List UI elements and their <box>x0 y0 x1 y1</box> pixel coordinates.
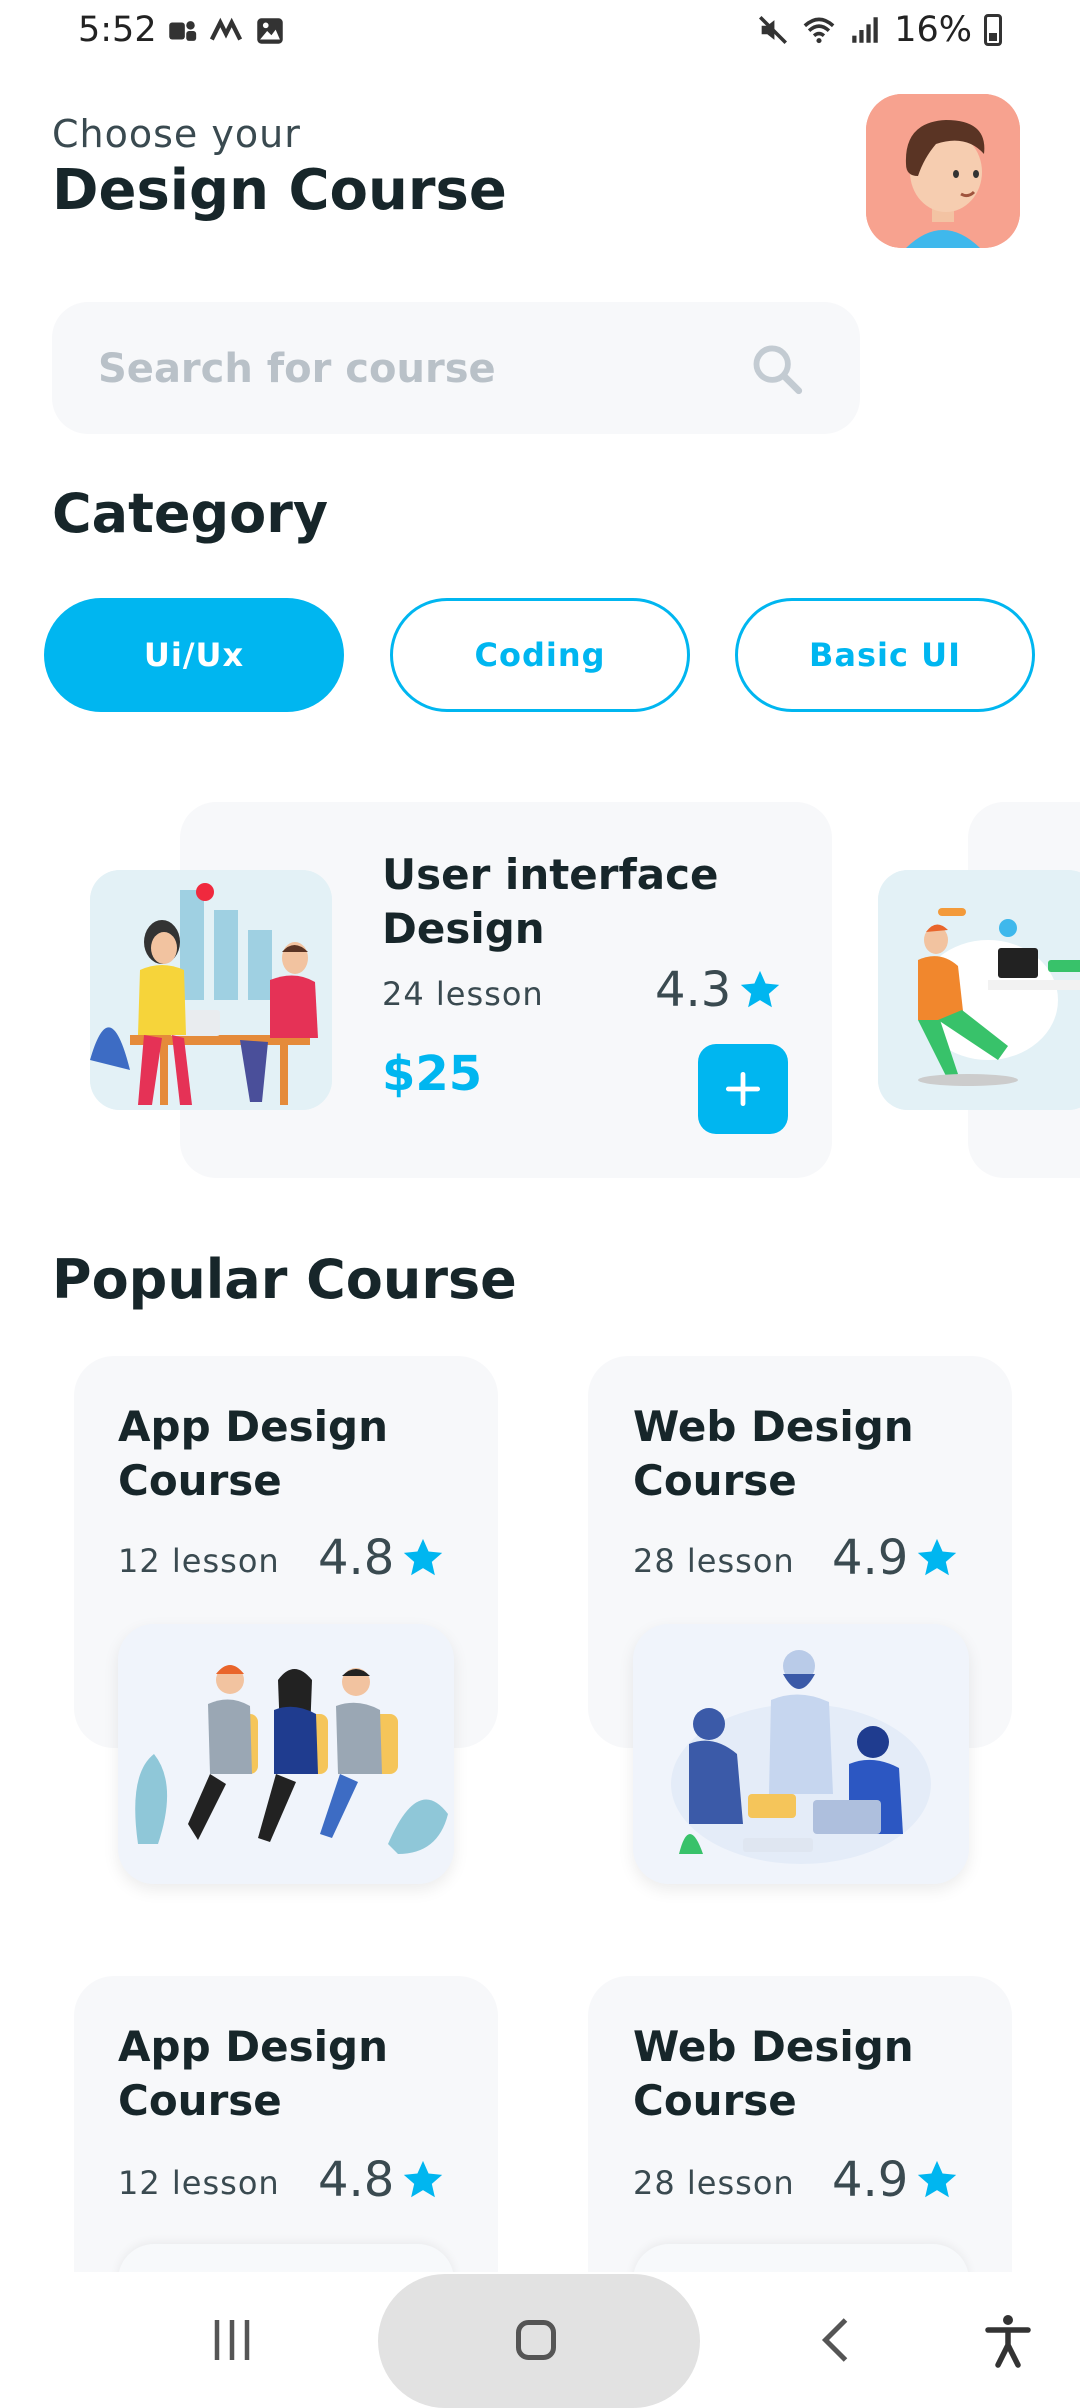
accessibility-icon[interactable] <box>978 2310 1038 2370</box>
popular-course-rating: 4.9 <box>832 1530 960 1586</box>
popular-course-name: App Design Course <box>118 1402 388 1505</box>
m-icon <box>209 17 243 41</box>
featured-course-price: $25 <box>382 1046 483 1102</box>
page-title: Design Course <box>52 158 507 223</box>
popular-course-rating: 4.8 <box>318 2152 446 2208</box>
featured-course-rating: 4.3 <box>655 962 783 1018</box>
image-icon <box>257 18 283 44</box>
recent-apps-icon[interactable] <box>202 2310 262 2370</box>
mute-icon <box>759 15 788 45</box>
back-icon[interactable] <box>808 2310 868 2370</box>
featured-course-image-next <box>878 870 1080 1110</box>
featured-course-rating-value: 4.3 <box>655 962 732 1018</box>
popular-course-image <box>118 1624 454 1884</box>
star-icon <box>741 970 780 1008</box>
popular-course-title: Popular Course <box>52 1248 517 1311</box>
battery-percent: 16% <box>894 10 972 50</box>
popular-course-lessons: 28 lesson <box>633 2164 795 2202</box>
popular-course-name: App Design Course <box>118 2022 388 2125</box>
category-title: Category <box>52 482 329 545</box>
battery-icon <box>984 14 1002 46</box>
popular-course-rating-value: 4.9 <box>832 2152 909 2208</box>
status-icons-left <box>165 14 287 48</box>
avatar-illustration <box>866 94 1020 248</box>
search-input[interactable] <box>96 302 740 436</box>
featured-course-lessons: 24 lesson <box>382 975 544 1013</box>
popular-course-lessons: 12 lesson <box>118 2164 280 2202</box>
popular-course-lessons: 28 lesson <box>633 1542 795 1580</box>
popular-course-lessons: 12 lesson <box>118 1542 280 1580</box>
wifi-icon <box>803 17 835 44</box>
category-chip-uiux[interactable]: Ui/Ux <box>44 598 344 712</box>
popular-course-rating-value: 4.9 <box>832 1530 909 1586</box>
popular-course-image <box>633 1624 969 1884</box>
header-subtitle: Choose your <box>52 112 301 156</box>
popular-course-rating: 4.9 <box>832 2152 960 2208</box>
star-icon <box>918 1538 957 1576</box>
star-icon <box>918 2160 957 2198</box>
star-icon <box>404 1538 443 1576</box>
popular-course-rating-value: 4.8 <box>318 2152 395 2208</box>
home-icon[interactable] <box>506 2310 566 2370</box>
featured-course-name: User interface Design <box>382 850 719 953</box>
category-chip-basic-ui[interactable]: Basic UI <box>735 598 1035 712</box>
featured-course-image <box>90 870 332 1110</box>
status-right: 16% <box>756 10 1002 50</box>
search-bar <box>52 302 860 436</box>
category-chip-coding[interactable]: Coding <box>390 598 690 712</box>
popular-course-rating-value: 4.8 <box>318 1530 395 1586</box>
popular-course-name: Web Design Course <box>633 2022 914 2125</box>
search-icon[interactable] <box>748 340 806 398</box>
signal-icon <box>852 17 878 43</box>
popular-course-name: Web Design Course <box>633 1402 914 1505</box>
add-course-button[interactable] <box>698 1044 788 1134</box>
status-time: 5:52 <box>78 10 157 50</box>
plus-icon <box>725 1071 761 1107</box>
teams-icon <box>169 21 197 41</box>
popular-course-rating: 4.8 <box>318 1530 446 1586</box>
avatar[interactable] <box>866 94 1020 248</box>
star-icon <box>404 2160 443 2198</box>
